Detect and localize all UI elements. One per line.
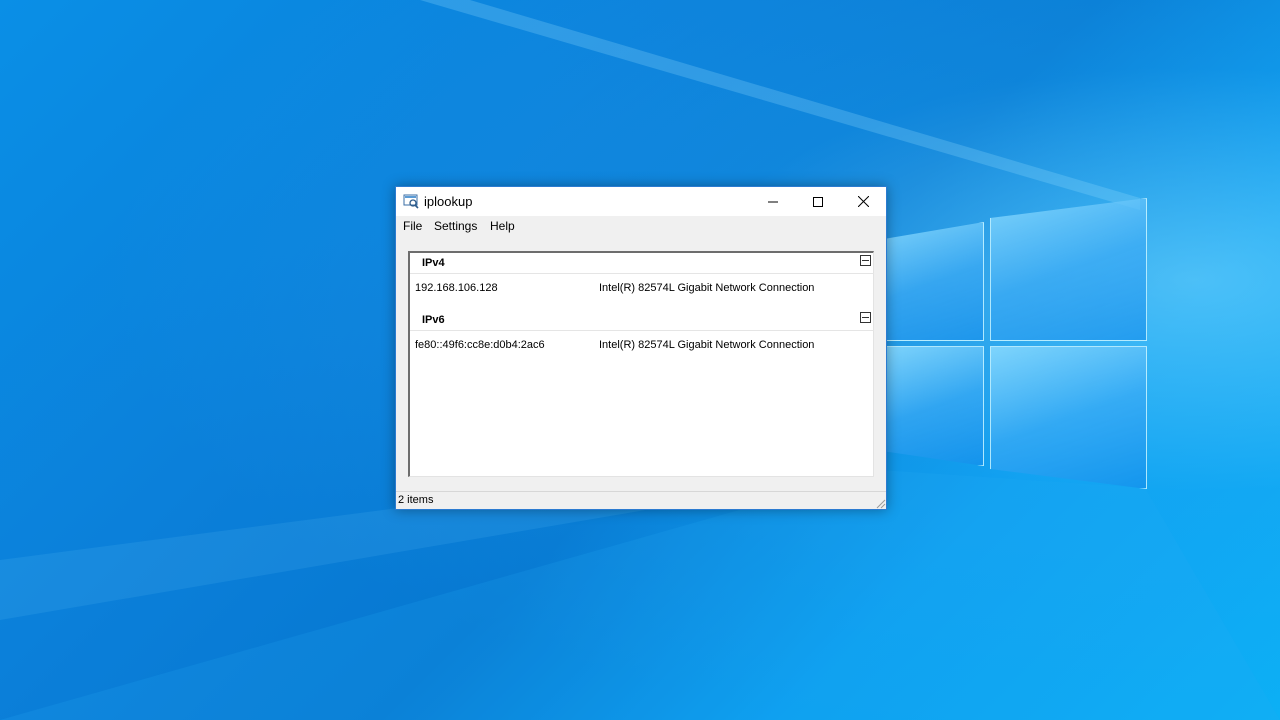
group-divider <box>410 273 874 274</box>
ip-address-cell: fe80::49f6:cc8e:d0b4:2ac6 <box>415 339 545 351</box>
minimize-button[interactable] <box>750 187 796 216</box>
collapse-group-icon[interactable] <box>860 312 871 323</box>
menu-help[interactable]: Help <box>490 219 515 233</box>
group-divider <box>410 330 874 331</box>
resize-grip-icon[interactable] <box>874 497 886 509</box>
group-header-ipv4[interactable]: IPv4 <box>410 253 874 275</box>
iplookup-window[interactable]: iplookup File Settings Help IPv4 192.168… <box>395 186 887 510</box>
title-bar[interactable]: iplookup <box>396 187 886 216</box>
collapse-group-icon[interactable] <box>860 255 871 266</box>
status-bar: 2 items <box>396 491 886 509</box>
window-title: iplookup <box>424 194 473 209</box>
list-item[interactable]: 192.168.106.128 Intel(R) 82574L Gigabit … <box>410 279 874 299</box>
wallpaper-logo-pane-top-right <box>990 198 1147 341</box>
minimize-icon <box>768 201 778 202</box>
item-count-label: 2 items <box>398 494 434 506</box>
group-title: IPv4 <box>422 257 445 269</box>
iplookup-app-icon <box>403 194 419 209</box>
maximize-icon <box>813 196 823 207</box>
wallpaper-logo-pane-bottom-left <box>886 346 984 466</box>
close-icon <box>857 196 869 207</box>
menu-bar: File Settings Help <box>396 216 886 238</box>
group-header-ipv6[interactable]: IPv6 <box>410 310 874 332</box>
maximize-button[interactable] <box>795 187 841 216</box>
list-item[interactable]: fe80::49f6:cc8e:d0b4:2ac6 Intel(R) 82574… <box>410 336 874 356</box>
desktop-background: iplookup File Settings Help IPv4 192.168… <box>0 0 1280 720</box>
menu-settings[interactable]: Settings <box>434 219 477 233</box>
adapter-cell: Intel(R) 82574L Gigabit Network Connecti… <box>599 282 815 294</box>
ip-address-cell: 192.168.106.128 <box>415 282 498 294</box>
close-button[interactable] <box>840 187 886 216</box>
wallpaper-logo-pane-bottom-right <box>990 346 1147 489</box>
group-title: IPv6 <box>422 314 445 326</box>
ip-address-list[interactable]: IPv4 192.168.106.128 Intel(R) 82574L Gig… <box>408 251 874 477</box>
wallpaper-logo-pane-top-left <box>886 222 984 341</box>
menu-file[interactable]: File <box>403 219 422 233</box>
adapter-cell: Intel(R) 82574L Gigabit Network Connecti… <box>599 339 815 351</box>
